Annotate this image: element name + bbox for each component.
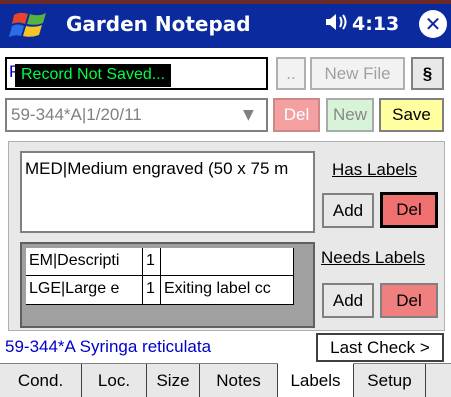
- tab-bar: Cond. Loc. Size Notes Labels Setup: [0, 363, 451, 397]
- plant-name: 59-344*A Syringa reticulata: [5, 337, 212, 356]
- needs-labels-table[interactable]: EM|Descripti 1 LGE|Large e 1 Exiting lab…: [20, 242, 315, 328]
- tab-size[interactable]: Size: [147, 364, 200, 397]
- new-record-button[interactable]: New: [326, 98, 374, 132]
- last-check-button[interactable]: Last Check >: [316, 333, 444, 362]
- tab-loc[interactable]: Loc.: [82, 364, 147, 397]
- record-select[interactable]: 59-344*A|1/20/11 ▼: [5, 98, 268, 132]
- new-file-button[interactable]: New File: [310, 57, 405, 90]
- file-path-field[interactable]: P\ Record Not Saved...: [5, 57, 268, 90]
- table-cell[interactable]: Exiting label cc: [161, 276, 294, 305]
- chevron-down-icon[interactable]: ▼: [243, 107, 254, 123]
- has-labels-delete-button[interactable]: Del: [380, 192, 438, 228]
- table-cell[interactable]: EM|Descripti: [26, 248, 143, 276]
- needs-labels-heading: Needs Labels: [321, 248, 425, 267]
- table-cell[interactable]: LGE|Large e: [26, 276, 143, 305]
- close-icon[interactable]: ✕: [419, 10, 447, 38]
- title-bar: Garden Notepad 4:13 ✕: [0, 0, 451, 48]
- tab-notes[interactable]: Notes: [200, 364, 278, 397]
- windows-start-icon[interactable]: [8, 9, 52, 41]
- clock[interactable]: 4:13: [352, 13, 399, 35]
- has-labels-list[interactable]: MED|Medium engraved (50 x 75 m: [20, 151, 315, 233]
- needs-labels-add-button[interactable]: Add: [322, 283, 374, 318]
- needs-labels-delete-button[interactable]: Del: [380, 283, 438, 318]
- tab-setup[interactable]: Setup: [354, 364, 426, 397]
- record-select-value: 59-344*A|1/20/11: [11, 105, 142, 124]
- table-cell[interactable]: 1: [143, 248, 161, 276]
- app-title: Garden Notepad: [66, 12, 251, 36]
- save-button[interactable]: Save: [379, 98, 444, 132]
- table-cell[interactable]: 1: [143, 276, 161, 305]
- delete-record-button[interactable]: Del: [273, 98, 320, 132]
- list-item[interactable]: MED|Medium engraved (50 x 75 m: [25, 159, 288, 179]
- title-bar-stripe: [0, 0, 451, 4]
- tab-cond[interactable]: Cond.: [0, 364, 82, 397]
- has-labels-add-button[interactable]: Add: [322, 193, 374, 228]
- table-cell[interactable]: [161, 248, 294, 276]
- status-message: Record Not Saved...: [15, 64, 172, 87]
- section-button[interactable]: §: [411, 57, 444, 90]
- tab-labels[interactable]: Labels: [278, 363, 354, 397]
- speaker-icon[interactable]: [324, 11, 350, 39]
- has-labels-heading: Has Labels: [332, 160, 418, 179]
- browse-button[interactable]: ..: [276, 57, 306, 90]
